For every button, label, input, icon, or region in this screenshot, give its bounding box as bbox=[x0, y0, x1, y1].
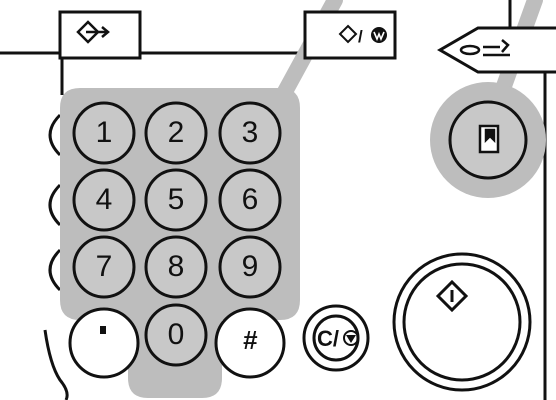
interrupt-button[interactable] bbox=[430, 82, 546, 198]
key-4[interactable]: 4 bbox=[72, 168, 136, 232]
control-panel: / # 1 2 3 4 5 6 7 8 9 0 C/ bbox=[0, 0, 556, 400]
clear-stop-label: C/ bbox=[317, 326, 339, 351]
key-3[interactable]: 3 bbox=[218, 101, 282, 165]
key-7-label: 7 bbox=[96, 250, 113, 283]
key-6-label: 6 bbox=[242, 183, 259, 216]
key-4-label: 4 bbox=[96, 183, 113, 216]
key-6[interactable]: 6 bbox=[218, 168, 282, 232]
hash-button[interactable]: # bbox=[214, 307, 286, 379]
clear-modes-energy-saver-button[interactable]: / bbox=[303, 10, 397, 60]
start-button[interactable] bbox=[392, 252, 532, 392]
clear-stop-button[interactable]: C/ bbox=[302, 304, 370, 372]
clear-modes-separator: / bbox=[358, 27, 363, 46]
program-button[interactable] bbox=[437, 26, 556, 74]
hash-label: # bbox=[243, 325, 258, 355]
star-button[interactable] bbox=[68, 307, 140, 379]
key-2[interactable]: 2 bbox=[144, 101, 208, 165]
panel-edge bbox=[43, 329, 69, 400]
key-1[interactable]: 1 bbox=[72, 101, 136, 165]
login-button[interactable] bbox=[58, 10, 142, 60]
key-7[interactable]: 7 bbox=[72, 235, 136, 299]
key-3-label: 3 bbox=[242, 116, 259, 149]
interrupt-icon bbox=[478, 124, 500, 154]
left-side-buttons bbox=[48, 113, 62, 292]
key-9-label: 9 bbox=[242, 250, 259, 283]
key-1-label: 1 bbox=[96, 116, 113, 149]
key-9[interactable]: 9 bbox=[218, 235, 282, 299]
key-0-label: 0 bbox=[168, 318, 185, 351]
key-8-label: 8 bbox=[168, 250, 185, 283]
key-2-label: 2 bbox=[168, 116, 185, 149]
key-5[interactable]: 5 bbox=[144, 168, 208, 232]
key-0[interactable]: 0 bbox=[144, 303, 208, 367]
key-8[interactable]: 8 bbox=[144, 235, 208, 299]
key-5-label: 5 bbox=[168, 183, 185, 216]
